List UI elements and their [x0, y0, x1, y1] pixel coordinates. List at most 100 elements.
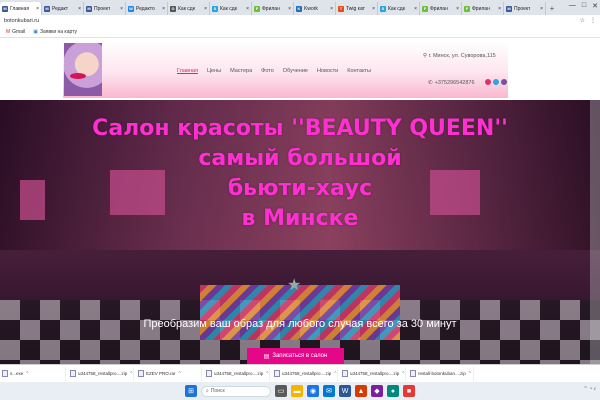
url-text[interactable]: botonkubari.ru: [4, 18, 39, 24]
address-bar[interactable]: botonkubari.ru ☆ ⋮: [0, 15, 600, 27]
instagram-icon[interactable]: [485, 79, 491, 85]
file-explorer-icon[interactable]: ▬: [291, 385, 303, 397]
download-item[interactable]: s...exe ⌃: [2, 366, 66, 381]
tab-close-icon[interactable]: ×: [498, 6, 501, 12]
tab-close-icon[interactable]: ×: [36, 6, 39, 12]
tab-close-icon[interactable]: ×: [372, 6, 375, 12]
chevron-up-icon[interactable]: ⌃: [401, 371, 405, 377]
download-filename: u344758_restallpro....zip: [78, 371, 128, 376]
star-bookmark-icon[interactable]: ☆: [580, 17, 585, 24]
download-item[interactable]: u344758_restallpro....zip ⌃: [206, 366, 270, 381]
location-pin-icon: ⚲: [423, 53, 428, 59]
app-icon[interactable]: ●: [387, 385, 399, 397]
chevron-up-icon[interactable]: ⌃: [178, 371, 182, 377]
browser-tab[interactable]: M Проект ×: [84, 2, 126, 15]
tab-close-icon[interactable]: ×: [288, 6, 291, 12]
bookmark-card-requests[interactable]: ▣ Заявки на карту: [33, 29, 77, 35]
archive-file-icon: [70, 370, 76, 377]
browser-tab[interactable]: S Как сде ×: [378, 2, 420, 15]
browser-tab[interactable]: M Главная ×: [0, 2, 42, 15]
tab-favicon-icon: M: [44, 5, 50, 12]
site-logo[interactable]: [64, 43, 102, 96]
task-view-icon[interactable]: ▭: [275, 385, 287, 397]
tab-label: Twig кат: [346, 5, 365, 12]
browser-tab[interactable]: F Фрилан ×: [252, 2, 294, 15]
app-icon[interactable]: ■: [403, 385, 415, 397]
tab-close-icon[interactable]: ×: [540, 6, 543, 12]
tab-close-icon[interactable]: ×: [414, 6, 417, 12]
nav-news[interactable]: Новости: [317, 68, 338, 74]
downloads-bar: s...exe ⌃ u344758_restallpro....zip ⌃ EZEV P…: [0, 364, 600, 382]
chevron-up-icon[interactable]: ⌃: [468, 371, 472, 377]
tab-close-icon[interactable]: ×: [204, 6, 207, 12]
chevron-up-icon[interactable]: ⌃: [25, 371, 29, 377]
download-filename: u344758_restallpro....zip: [214, 371, 264, 376]
nav-photo[interactable]: Фото: [261, 68, 274, 74]
browser-tab[interactable]: F Фрилан ×: [462, 2, 504, 15]
browser-tab[interactable]: M Редакт ×: [42, 2, 84, 15]
system-tray[interactable]: ⌃ ◔ ♪: [584, 386, 597, 392]
download-item[interactable]: u344758_restallpro....zip ⌃: [342, 366, 406, 381]
download-item[interactable]: u344758_restallpro....zip ⌃: [274, 366, 338, 381]
tab-favicon-icon: G: [170, 5, 176, 12]
headline-line: в Минске: [241, 206, 359, 231]
mail-icon[interactable]: ✉: [323, 385, 335, 397]
word-icon[interactable]: W: [339, 385, 351, 397]
browser-tab[interactable]: F Фрилан ×: [420, 2, 462, 15]
nav-home[interactable]: Главная: [177, 68, 198, 74]
minimize-button[interactable]: —: [569, 2, 576, 10]
tab-close-icon[interactable]: ×: [456, 6, 459, 12]
nav-prices[interactable]: Цены: [207, 68, 221, 74]
tab-close-icon[interactable]: ×: [330, 6, 333, 12]
phone-number[interactable]: +375296542876: [435, 80, 475, 86]
address-block: ⚲ г. Минск, ул. Суворова,115: [423, 53, 496, 59]
bookmark-icon: ▣: [33, 29, 38, 35]
nav-contacts[interactable]: Контакты: [347, 68, 371, 74]
archive-file-icon: [138, 370, 144, 377]
browser-tab[interactable]: S Как сде ×: [210, 2, 252, 15]
star-decoration-icon: ★: [287, 277, 302, 294]
close-window-button[interactable]: ✕: [592, 2, 598, 10]
tab-close-icon[interactable]: ×: [78, 6, 81, 12]
download-item[interactable]: restall-botonkuban....zip ⌃: [410, 366, 474, 381]
telegram-icon[interactable]: [493, 79, 499, 85]
tab-favicon-icon: F: [422, 5, 428, 12]
browser-tab[interactable]: G Как сде ×: [168, 2, 210, 15]
windows-start-icon[interactable]: ⊞: [185, 385, 197, 397]
browser-tab[interactable]: W Редакто ×: [126, 2, 168, 15]
browser-icon[interactable]: ◉: [307, 385, 319, 397]
maximize-button[interactable]: □: [582, 2, 586, 10]
taskbar-search[interactable]: ⌕ Поиск: [201, 385, 271, 397]
tab-label: Как сде: [178, 5, 196, 12]
viber-icon[interactable]: [501, 79, 507, 85]
windows-taskbar: ⊞ ⌕ Поиск ▭ ▬ ◉ ✉ W ▲ ◆ ● ■ ⌃ ◔ ♪: [0, 382, 600, 400]
tab-favicon-icon: S: [380, 5, 386, 12]
nav-training[interactable]: Обучение: [283, 68, 308, 74]
tab-favicon-icon: F: [254, 5, 260, 12]
calendar-icon: ▤: [263, 354, 270, 360]
chevron-up-icon[interactable]: ⌃: [333, 371, 337, 377]
phone-block[interactable]: ✆ +375296542876: [428, 80, 475, 86]
archive-file-icon: [206, 370, 212, 377]
menu-icon[interactable]: ⋮: [590, 17, 596, 24]
tab-close-icon[interactable]: ×: [120, 6, 123, 12]
tab-favicon-icon: S: [212, 5, 218, 12]
download-filename: u344758_restallpro....zip: [350, 371, 400, 376]
archive-file-icon: [410, 370, 416, 377]
bookmark-gmail[interactable]: M Gmail: [6, 29, 25, 35]
tab-list: M Главная × M Редакт × M Проект × W Редакто × G Как с…: [0, 2, 546, 15]
chevron-up-icon[interactable]: ⌃: [265, 371, 269, 377]
nav-masters[interactable]: Мастера: [230, 68, 252, 74]
browser-tab[interactable]: T Twig кат ×: [336, 2, 378, 15]
chevron-up-icon[interactable]: ⌃: [129, 371, 133, 377]
new-tab-button[interactable]: +: [546, 2, 558, 15]
app-icon[interactable]: ◆: [371, 385, 383, 397]
tab-close-icon[interactable]: ×: [162, 6, 165, 12]
app-icon[interactable]: ▲: [355, 385, 367, 397]
download-item[interactable]: EZEV PRO.rar ⌃: [138, 366, 202, 381]
browser-tab[interactable]: M Проект ×: [504, 2, 546, 15]
tab-close-icon[interactable]: ×: [246, 6, 249, 12]
download-item[interactable]: u344758_restallpro....zip ⌃: [70, 366, 134, 381]
tab-label: Как сде: [220, 5, 238, 12]
browser-tab[interactable]: K Kwork ×: [294, 2, 336, 15]
